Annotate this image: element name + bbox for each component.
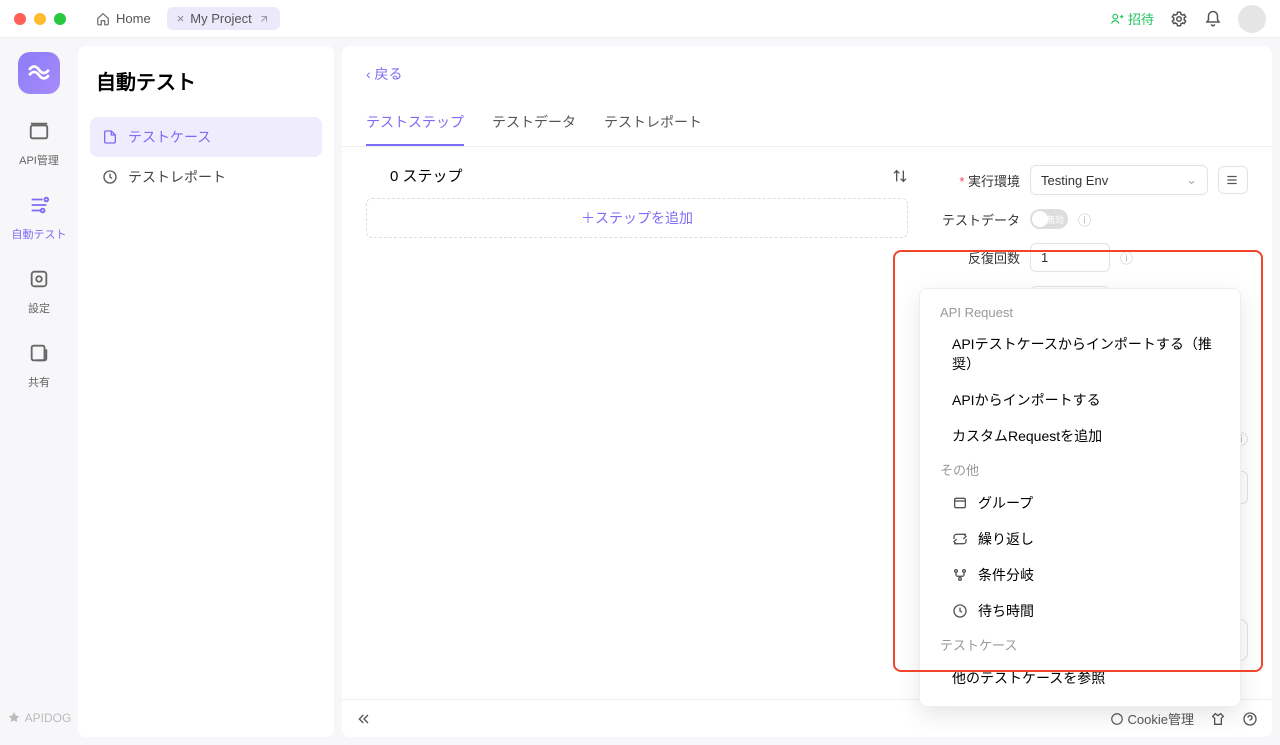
external-icon	[258, 13, 270, 25]
testcase-label: テストケース	[128, 127, 211, 147]
rail-auto-label: 自動テスト	[12, 226, 67, 242]
dd-loop[interactable]: 繰り返し	[920, 521, 1240, 557]
rail-share[interactable]: 共有	[0, 338, 78, 394]
wait-icon	[952, 603, 968, 619]
add-step-label: ＋ステップを追加	[581, 208, 693, 228]
dd-branch[interactable]: 条件分岐	[920, 557, 1240, 593]
sort-icon[interactable]	[892, 168, 908, 184]
env-select[interactable]: Testing Env ⌄	[1030, 165, 1208, 195]
bell-icon[interactable]	[1204, 10, 1222, 28]
autotest-icon	[28, 194, 50, 222]
repeat-label: 反復回数	[928, 248, 1020, 267]
report-label: テストレポート	[128, 167, 226, 187]
step-count: 0 ステップ	[390, 165, 463, 186]
project-tab[interactable]: × My Project	[167, 7, 280, 30]
titlebar: Home × My Project 招待	[0, 0, 1280, 38]
api-icon	[28, 120, 50, 148]
dd-import-testcase[interactable]: APIテストケースからインポートする（推奨）	[920, 326, 1240, 382]
tab-close-x[interactable]: ×	[177, 11, 185, 26]
rail-share-label: 共有	[28, 374, 50, 390]
help-icon[interactable]: ⓘ	[1120, 248, 1133, 267]
repeat-input[interactable]: 1	[1030, 243, 1110, 272]
brand-icon	[7, 711, 21, 725]
close-window[interactable]	[14, 13, 26, 25]
help-circle-icon[interactable]	[1242, 711, 1258, 727]
main-panel: ‹ 戻る テストステップ テストデータ テストレポート 0 ステップ ＋ステップ…	[342, 46, 1272, 737]
app-logo[interactable]	[18, 52, 60, 94]
dd-ref-testcase[interactable]: 他のテストケースを参照	[920, 660, 1240, 696]
page-title: 自動テスト	[96, 66, 316, 95]
cookie-icon	[1110, 712, 1124, 726]
menu-icon	[1225, 173, 1239, 187]
invite-label: 招待	[1128, 9, 1154, 28]
clock-icon	[102, 169, 118, 185]
rail-autotest[interactable]: 自動テスト	[0, 190, 78, 246]
rail-settings[interactable]: 設定	[0, 264, 78, 320]
steps-area: 0 ステップ ＋ステップを追加	[366, 165, 908, 681]
sidebar-item-testcase[interactable]: テストケース	[90, 117, 322, 157]
left-rail: API管理 自動テスト 設定 共有 APIDOG	[0, 38, 78, 745]
avatar[interactable]	[1238, 5, 1266, 33]
minimize-window[interactable]	[34, 13, 46, 25]
rail-settings-label: 設定	[28, 300, 50, 316]
share-icon	[28, 342, 50, 370]
back-link[interactable]: ‹ 戻る	[342, 46, 1272, 88]
help-icon[interactable]: ⓘ	[1078, 210, 1091, 229]
testdata-label: テストデータ	[928, 210, 1020, 229]
dd-header-testcase: テストケース	[920, 629, 1240, 660]
logo-icon	[26, 60, 52, 86]
env-menu-button[interactable]	[1218, 166, 1248, 194]
collapse-icon[interactable]	[356, 711, 372, 727]
window-controls	[14, 13, 66, 25]
add-step-dropdown: API Request APIテストケースからインポートする（推奨） APIから…	[919, 288, 1241, 707]
dd-header-api: API Request	[920, 299, 1240, 326]
tab-report[interactable]: テストレポート	[604, 112, 702, 146]
dd-wait[interactable]: 待ち時間	[920, 593, 1240, 629]
invite-button[interactable]: 招待	[1110, 9, 1154, 28]
home-tab[interactable]: Home	[86, 7, 161, 30]
project-label: My Project	[190, 11, 251, 26]
dd-custom-request[interactable]: カスタムRequestを追加	[920, 418, 1240, 454]
settings-icon[interactable]	[1170, 10, 1188, 28]
dd-import-api[interactable]: APIからインポートする	[920, 382, 1240, 418]
sidebar-item-report[interactable]: テストレポート	[90, 157, 322, 197]
shirt-icon[interactable]	[1210, 711, 1226, 727]
branch-icon	[952, 567, 968, 583]
add-step-button[interactable]: ＋ステップを追加	[366, 198, 908, 238]
loop-icon	[952, 531, 968, 547]
brand-footer: APIDOG	[7, 711, 72, 725]
tab-bar: テストステップ テストデータ テストレポート	[342, 88, 1272, 147]
sidebar: 自動テスト テストケース テストレポート	[78, 46, 334, 737]
maximize-window[interactable]	[54, 13, 66, 25]
env-label: 実行環境	[928, 171, 1020, 190]
testdata-toggle[interactable]: 無効	[1030, 209, 1068, 229]
dd-group[interactable]: グループ	[920, 485, 1240, 521]
group-icon	[952, 495, 968, 511]
settings-rail-icon	[28, 268, 50, 296]
invite-icon	[1110, 12, 1124, 26]
rail-api[interactable]: API管理	[0, 116, 78, 172]
tab-steps[interactable]: テストステップ	[366, 112, 464, 146]
file-icon	[102, 129, 118, 145]
home-icon	[96, 12, 110, 26]
dd-header-other: その他	[920, 454, 1240, 485]
tab-data[interactable]: テストデータ	[492, 112, 576, 146]
rail-api-label: API管理	[19, 152, 59, 168]
cookie-manage[interactable]: Cookie管理	[1110, 709, 1194, 728]
home-label: Home	[116, 11, 151, 26]
